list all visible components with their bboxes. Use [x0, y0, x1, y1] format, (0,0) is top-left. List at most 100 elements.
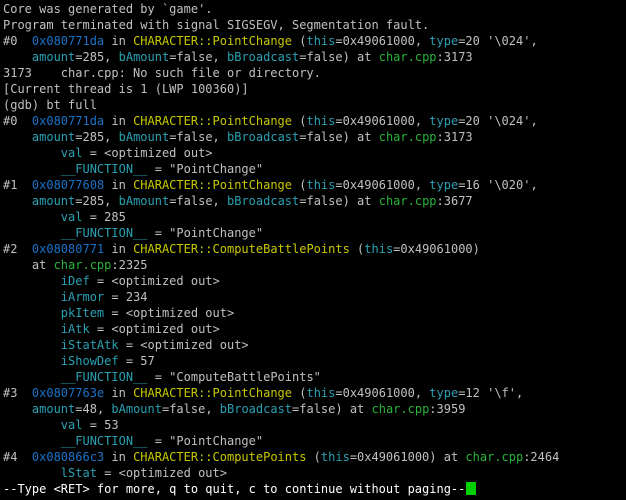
function-name: CHARACTER::PointChange: [133, 386, 293, 400]
terminal-line: val = <optimized out>: [3, 145, 626, 161]
gdb-output: Core was generated by `game'. Program ter…: [3, 1, 626, 481]
output-text: = <optimized out>: [82, 146, 213, 160]
output-text: :3173: [436, 50, 473, 64]
identifier: this: [364, 242, 394, 256]
output-text: =false,: [169, 50, 227, 64]
terminal-line: amount=285, bAmount=false, bBroadcast=fa…: [3, 129, 626, 145]
output-text: = <optimized out>: [118, 338, 249, 352]
output-text: =0x49061000,: [335, 114, 430, 128]
terminal-line: #2 0x08080771 in CHARACTER::ComputeBattl…: [3, 241, 626, 257]
frame-address: 0x08080771: [31, 242, 105, 256]
output-text: in: [104, 450, 134, 464]
terminal-line: amount=285, bAmount=false, bBroadcast=fa…: [3, 193, 626, 209]
output-text: =0x49061000): [393, 242, 480, 256]
block-cursor-icon: [466, 482, 477, 495]
output-text: Program terminated with signal SIGSEGV, …: [3, 18, 430, 32]
terminal-window[interactable]: Core was generated by `game'. Program ter…: [0, 0, 626, 500]
output-text: =20 '\024',: [458, 34, 538, 48]
terminal-line: at char.cpp:2325: [3, 257, 626, 273]
output-text: (: [292, 386, 307, 400]
output-text: = 57: [118, 354, 155, 368]
output-text: #2: [3, 242, 32, 256]
output-text: 3173 char.cpp: No such file or directory…: [3, 66, 321, 80]
identifier: bAmount: [118, 50, 170, 64]
identifier: bBroadcast: [219, 402, 293, 416]
source-file-link: char.cpp: [465, 450, 524, 464]
terminal-line: iStatAtk = <optimized out>: [3, 337, 626, 353]
source-file-link: char.cpp: [378, 50, 437, 64]
terminal-line: __FUNCTION__ = "PointChange": [3, 433, 626, 449]
terminal-line: val = 53: [3, 417, 626, 433]
terminal-line: lStat = <optimized out>: [3, 465, 626, 481]
identifier: iDef: [60, 274, 90, 288]
identifier: this: [320, 450, 350, 464]
identifier: amount: [31, 402, 76, 416]
identifier: lStat: [60, 466, 97, 480]
terminal-line: 3173 char.cpp: No such file or directory…: [3, 65, 626, 81]
output-text: =0x49061000,: [335, 386, 430, 400]
terminal-line: [Current thread is 1 (LWP 100360)]: [3, 81, 626, 97]
frame-address: 0x08077608: [31, 178, 105, 192]
output-text: = "PointChange": [147, 434, 264, 448]
identifier: type: [429, 178, 459, 192]
output-text: #0: [3, 34, 32, 48]
identifier: this: [306, 114, 336, 128]
output-text: = "ComputeBattlePoints": [147, 370, 321, 384]
identifier: bBroadcast: [227, 194, 300, 208]
output-text: #1: [3, 178, 32, 192]
output-text: at: [3, 258, 54, 272]
output-text: =16 '\020',: [458, 178, 538, 192]
identifier: iArmor: [60, 290, 105, 304]
terminal-line: iArmor = 234: [3, 289, 626, 305]
output-text: = <optimized out>: [89, 274, 220, 288]
output-text: (: [292, 34, 307, 48]
identifier: bBroadcast: [227, 50, 300, 64]
frame-address: 0x080771da: [31, 114, 105, 128]
output-text: :3677: [436, 194, 473, 208]
output-text: =12 '\f',: [458, 386, 524, 400]
pager-prompt-line[interactable]: --Type <RET> for more, q to quit, c to c…: [3, 481, 626, 497]
output-text: in: [104, 34, 134, 48]
identifier: val: [60, 418, 83, 432]
output-text: =false,: [169, 130, 227, 144]
output-text: =285,: [75, 50, 119, 64]
source-file-link: char.cpp: [53, 258, 112, 272]
identifier: iShowDef: [60, 354, 119, 368]
terminal-line: #3 0x0807763e in CHARACTER::PointChange …: [3, 385, 626, 401]
terminal-line: iAtk = <optimized out>: [3, 321, 626, 337]
identifier: amount: [31, 194, 76, 208]
function-name: CHARACTER::ComputeBattlePoints: [133, 242, 350, 256]
identifier: iStatAtk: [60, 338, 119, 352]
terminal-line: amount=48, bAmount=false, bBroadcast=fal…: [3, 401, 626, 417]
terminal-line: (gdb) bt full: [3, 97, 626, 113]
output-text: in: [104, 178, 134, 192]
output-text: :3173: [436, 130, 473, 144]
identifier: val: [60, 210, 83, 224]
output-text: (: [292, 178, 307, 192]
output-text: (: [292, 114, 307, 128]
identifier: bBroadcast: [227, 130, 300, 144]
function-name: CHARACTER::PointChange: [133, 34, 293, 48]
output-text: Core was generated by `game'.: [3, 2, 213, 16]
frame-address: 0x080771da: [31, 34, 105, 48]
terminal-line: __FUNCTION__ = "PointChange": [3, 161, 626, 177]
terminal-line: iShowDef = 57: [3, 353, 626, 369]
function-name: CHARACTER::PointChange: [133, 114, 293, 128]
output-text: =false) at: [292, 402, 372, 416]
output-text: #4: [3, 450, 32, 464]
output-text: in: [104, 386, 134, 400]
terminal-line: Program terminated with signal SIGSEGV, …: [3, 17, 626, 33]
identifier: bAmount: [111, 402, 162, 416]
